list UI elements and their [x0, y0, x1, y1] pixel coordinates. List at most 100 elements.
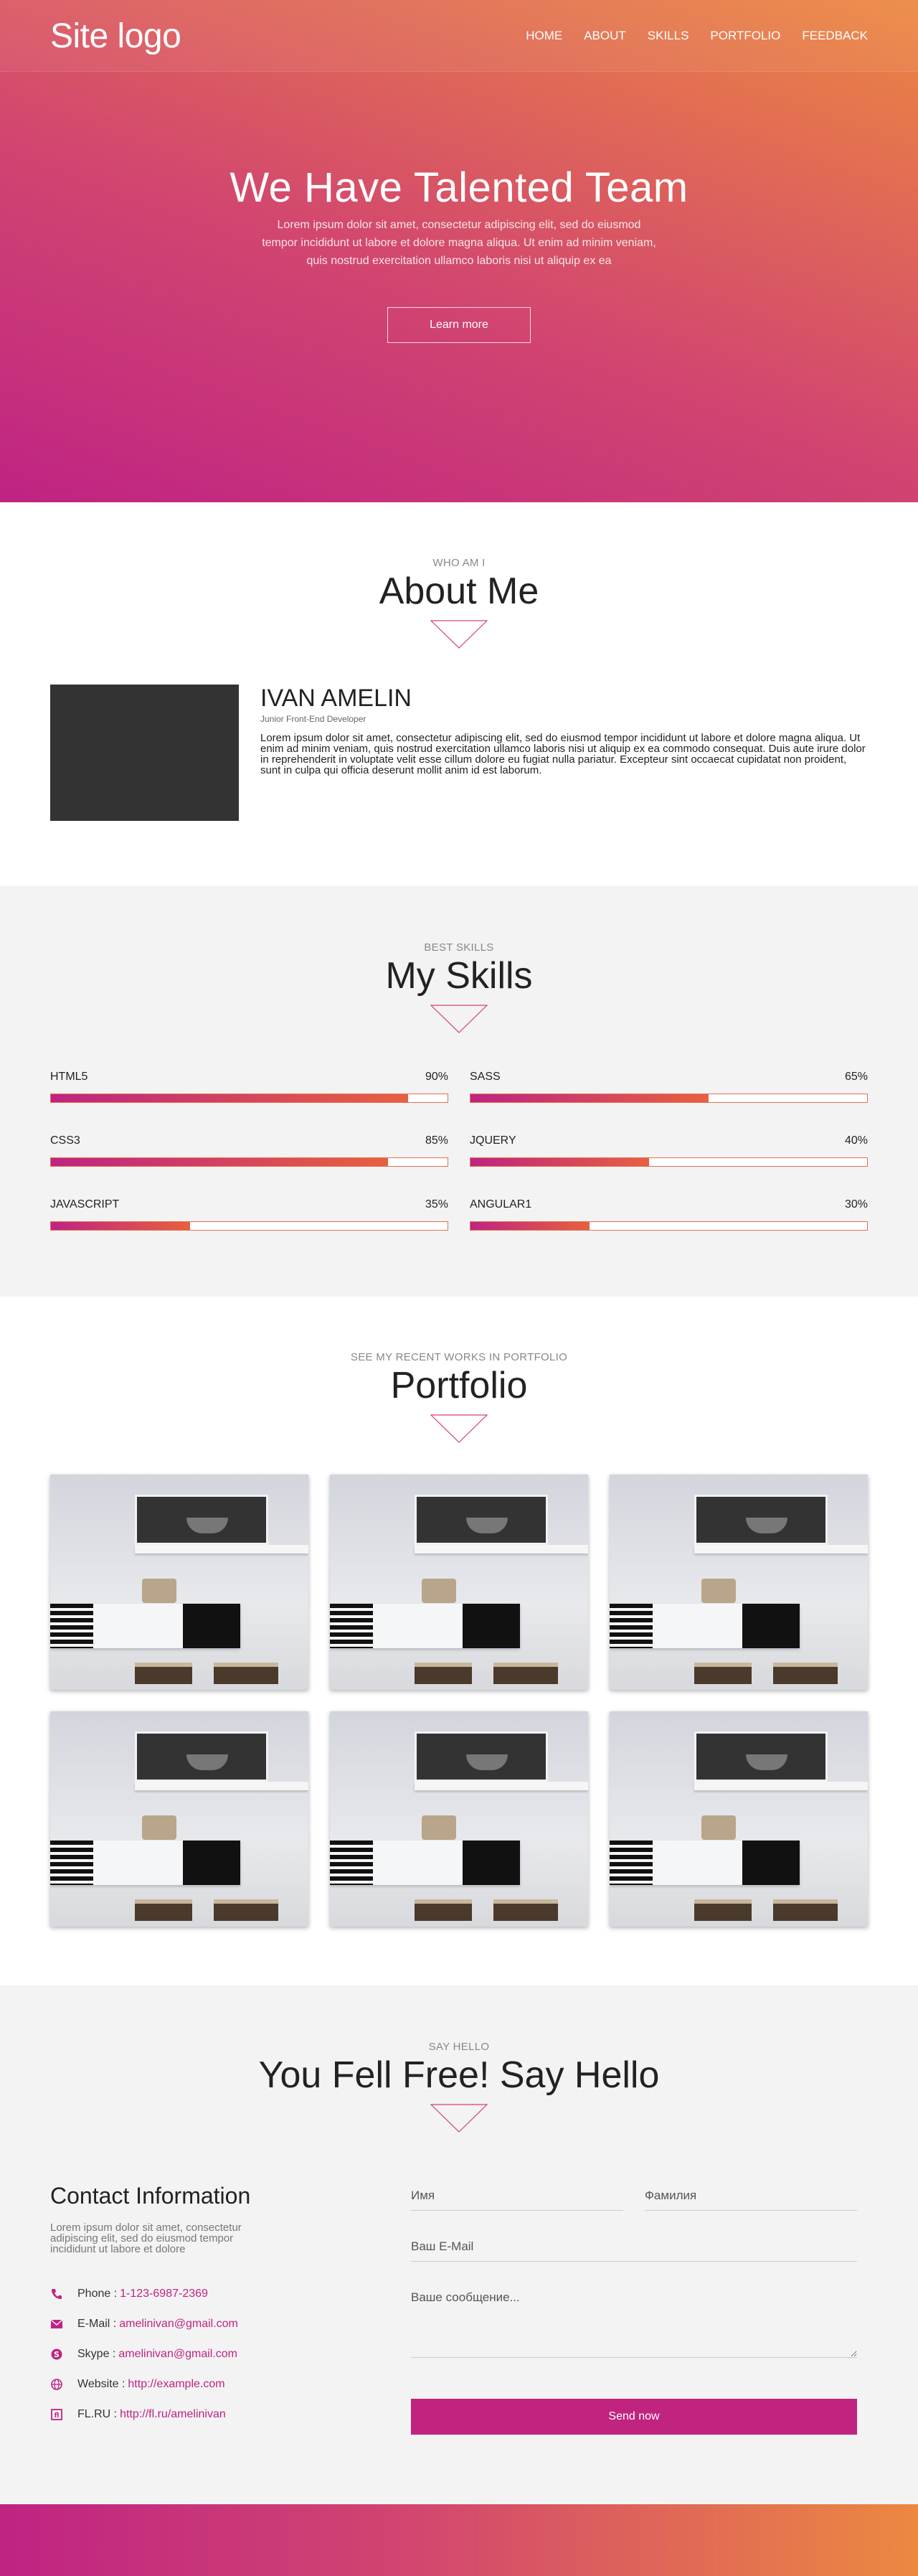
- nav-feedback[interactable]: FEEDBACK: [802, 29, 868, 43]
- portfolio-image-bookshelf: [463, 1603, 520, 1648]
- portfolio-item[interactable]: [330, 1711, 588, 1927]
- skill-percent: 30%: [844, 1198, 868, 1211]
- hero-content: We Have Talented Team Lorem ipsum dolor …: [0, 72, 918, 343]
- profile-description: Lorem ipsum dolor sit amet, consectetur …: [260, 731, 866, 776]
- skill-item: JAVASCRIPT 35%: [50, 1198, 448, 1231]
- phone-link[interactable]: 1-123-6987-2369: [120, 2288, 208, 2300]
- site-logo[interactable]: Site logo: [50, 17, 181, 56]
- contact-item-website: Website : http://example.com: [50, 2369, 409, 2399]
- skill-progress-bar: [50, 1093, 448, 1103]
- portfolio-image-bookshelf: [183, 1840, 240, 1885]
- email-field[interactable]: [411, 2233, 857, 2262]
- top-navbar: Site logo HOME ABOUT SKILLS PORTFOLIO FE…: [0, 0, 918, 72]
- skill-name: HTML5: [50, 1070, 88, 1083]
- triangle-divider-icon: [430, 619, 488, 649]
- about-info: IVAN AMELIN Junior Front-End Developer L…: [260, 685, 868, 821]
- flru-link[interactable]: http://fl.ru/amelinivan: [120, 2408, 226, 2421]
- skill-name: JQUERY: [470, 1134, 516, 1147]
- portfolio-image-ledge: [135, 1544, 308, 1553]
- contact-info: Contact Information Lorem ipsum dolor si…: [50, 2183, 409, 2435]
- portfolio-image-ledge: [135, 1781, 308, 1790]
- skills-heading: BEST SKILLS My Skills: [50, 941, 868, 1033]
- triangle-divider-icon: [430, 1414, 488, 1443]
- portfolio-item[interactable]: [610, 1711, 868, 1927]
- nav-portfolio[interactable]: PORTFOLIO: [710, 29, 780, 43]
- portfolio-subtitle: SEE MY RECENT WORKS IN PORTFOLIO: [350, 1351, 568, 1363]
- skill-item: HTML5 90%: [50, 1071, 448, 1103]
- portfolio-item[interactable]: [330, 1474, 588, 1690]
- first-name-field[interactable]: [411, 2182, 623, 2211]
- email-link[interactable]: amelinivan@gmail.com: [119, 2318, 238, 2331]
- skills-section: BEST SKILLS My Skills HTML5 90% SASS 65% C…: [0, 886, 918, 1297]
- fl-icon: fl: [50, 2408, 63, 2421]
- contact-info-description: Lorem ipsum dolor sit amet, consectetur …: [50, 2221, 242, 2255]
- portfolio-item[interactable]: [50, 1474, 308, 1690]
- main-nav: HOME ABOUT SKILLS PORTFOLIO FEEDBACK: [526, 29, 868, 43]
- skill-item: CSS3 85%: [50, 1134, 448, 1167]
- skill-progress-fill: [51, 1094, 408, 1102]
- contact-item-skype: S Skype : amelinivan@gmail.com: [50, 2339, 409, 2369]
- skill-progress-bar: [50, 1221, 448, 1231]
- skill-name: CSS3: [50, 1134, 80, 1147]
- last-name-field[interactable]: [645, 2182, 857, 2211]
- portfolio-item[interactable]: [610, 1474, 868, 1690]
- skill-progress-bar: [470, 1221, 868, 1231]
- skill-progress-fill: [470, 1157, 649, 1166]
- hero-title: We Have Talented Team: [230, 164, 688, 211]
- portfolio-image-crate: [773, 1662, 838, 1684]
- contact-item-phone: Phone :1-123-6987-2369: [50, 2279, 409, 2309]
- svg-text:S: S: [54, 2350, 60, 2359]
- portfolio-image-drawers: [50, 1603, 93, 1648]
- phone-icon: [50, 2288, 63, 2300]
- website-link[interactable]: http://example.com: [128, 2378, 224, 2391]
- contact-section: SAY HELLO You Fell Free! Say Hello Conta…: [0, 1985, 918, 2504]
- portfolio-heading: SEE MY RECENT WORKS IN PORTFOLIO Portfol…: [50, 1351, 868, 1443]
- portfolio-image-box: [422, 1578, 456, 1603]
- skill-name: ANGULAR1: [470, 1198, 532, 1211]
- skills-subtitle: BEST SKILLS: [424, 941, 494, 954]
- about-heading: WHO AM I About Me: [50, 557, 868, 649]
- contact-label: Skype :: [77, 2347, 116, 2360]
- nav-about[interactable]: ABOUT: [584, 29, 626, 43]
- nav-skills[interactable]: SKILLS: [648, 29, 689, 43]
- contact-label: Website :: [77, 2377, 126, 2390]
- profile-role: Junior Front-End Developer: [260, 713, 366, 724]
- skill-percent: 40%: [844, 1134, 868, 1147]
- skill-percent: 35%: [425, 1198, 448, 1211]
- portfolio-image-crate: [135, 1662, 192, 1684]
- portfolio-image-crate: [694, 1899, 752, 1921]
- portfolio-image-drawers: [330, 1603, 373, 1648]
- contact-form: Send now: [411, 2182, 857, 2435]
- send-button[interactable]: Send now: [411, 2398, 857, 2435]
- globe-icon: [50, 2378, 63, 2391]
- contact-item-email: E-Mail : amelinivan@gmail.com: [50, 2309, 409, 2339]
- portfolio-image-ledge: [694, 1544, 868, 1553]
- skill-name: SASS: [470, 1070, 501, 1083]
- portfolio-image-bookshelf: [463, 1840, 520, 1885]
- profile-name: IVAN AMELIN: [260, 684, 412, 712]
- portfolio-image-crate: [773, 1899, 838, 1921]
- portfolio-image-crate: [135, 1899, 192, 1921]
- contact-content: Contact Information Lorem ipsum dolor si…: [50, 2182, 868, 2435]
- name-row: [411, 2182, 857, 2211]
- learn-more-button[interactable]: Learn more: [387, 307, 531, 343]
- skill-percent: 85%: [425, 1134, 448, 1147]
- message-field[interactable]: [411, 2284, 857, 2358]
- contact-item-flru: fl FL.RU : http://fl.ru/amelinivan: [50, 2399, 409, 2430]
- about-title: About Me: [379, 570, 539, 612]
- portfolio-image-crate: [493, 1662, 558, 1684]
- skype-icon: S: [50, 2348, 63, 2361]
- portfolio-item[interactable]: [50, 1711, 308, 1927]
- nav-home[interactable]: HOME: [526, 29, 562, 43]
- portfolio-image-drawers: [610, 1603, 653, 1648]
- skills-title: My Skills: [385, 955, 533, 997]
- profile-photo: [50, 684, 239, 821]
- portfolio-image-crate: [415, 1899, 472, 1921]
- portfolio-image-box: [142, 1578, 176, 1603]
- skype-link[interactable]: amelinivan@gmail.com: [118, 2348, 237, 2361]
- hero-section: Site logo HOME ABOUT SKILLS PORTFOLIO FE…: [0, 0, 918, 502]
- portfolio-image-crate: [493, 1899, 558, 1921]
- triangle-divider-icon: [430, 1004, 488, 1033]
- portfolio-image-crate: [415, 1662, 472, 1684]
- contact-heading: SAY HELLO You Fell Free! Say Hello: [50, 2041, 868, 2133]
